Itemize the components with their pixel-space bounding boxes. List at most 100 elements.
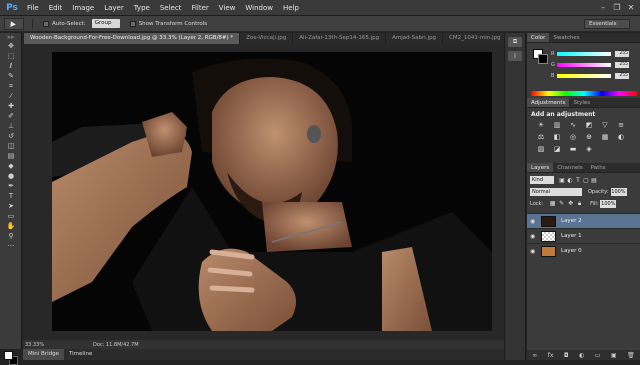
- tab-swatches[interactable]: Swatches: [549, 33, 583, 42]
- healing-brush-tool-icon[interactable]: ✚: [0, 101, 22, 111]
- marquee-tool-icon[interactable]: ⬚: [0, 51, 22, 61]
- move-tool-preset-icon[interactable]: [4, 17, 24, 30]
- menu-filter[interactable]: Filter: [191, 4, 208, 12]
- layer-row-layer-2[interactable]: ◉ Layer 2: [527, 213, 640, 228]
- quick-select-tool-icon[interactable]: ✎: [0, 71, 22, 81]
- tab-mini-bridge[interactable]: Mini Bridge: [23, 349, 64, 360]
- selective-color-icon[interactable]: ◈: [583, 145, 595, 154]
- add-mask-icon[interactable]: ◘: [564, 352, 569, 359]
- filter-smart-object-icon[interactable]: ▤: [590, 177, 598, 184]
- lock-transparency-icon[interactable]: ▦: [548, 200, 557, 208]
- layer-row-layer-1[interactable]: ◉ Layer 1: [527, 228, 640, 243]
- tab-color[interactable]: Color: [527, 33, 550, 42]
- color-spectrum-ramp[interactable]: [531, 91, 637, 96]
- blend-mode-dropdown[interactable]: Normal: [530, 188, 582, 196]
- properties-panel-icon[interactable]: i: [508, 51, 522, 61]
- shape-tool-icon[interactable]: ▭: [0, 211, 22, 221]
- menu-select[interactable]: Select: [160, 4, 182, 12]
- menu-edit[interactable]: Edit: [49, 4, 63, 12]
- minimize-button[interactable]: –: [596, 0, 610, 16]
- lock-pixels-icon[interactable]: ✎: [557, 200, 566, 208]
- green-slider[interactable]: [557, 62, 611, 67]
- red-value[interactable]: 255: [615, 50, 629, 57]
- color-balance-icon[interactable]: ⚖: [535, 133, 547, 142]
- filter-type-icon[interactable]: T: [574, 177, 582, 184]
- threshold-icon[interactable]: ◪: [551, 145, 563, 154]
- tab-layers[interactable]: Layers: [527, 163, 554, 172]
- more-tools-icon[interactable]: ···: [0, 241, 22, 251]
- menu-file[interactable]: File: [27, 4, 39, 12]
- exposure-icon[interactable]: ◩: [583, 121, 595, 130]
- auto-select-checkbox[interactable]: [43, 20, 49, 27]
- menu-view[interactable]: View: [219, 4, 236, 12]
- doc-tab-cm2[interactable]: CM2_1041-min.jpg: [443, 33, 508, 44]
- restore-button[interactable]: ❐: [610, 0, 624, 16]
- levels-icon[interactable]: ▥: [551, 121, 563, 130]
- layer-row-layer-0[interactable]: ◉ Layer 0: [527, 243, 640, 258]
- channel-mixer-icon[interactable]: ⊕: [583, 133, 595, 142]
- clone-stamp-tool-icon[interactable]: ⊥: [0, 121, 22, 131]
- show-transform-option[interactable]: Show Transform Controls: [129, 20, 207, 27]
- lock-position-icon[interactable]: ✥: [566, 200, 575, 208]
- eraser-tool-icon[interactable]: ◫: [0, 141, 22, 151]
- tab-adjustments[interactable]: Adjustments: [527, 98, 570, 107]
- eyedropper-tool-icon[interactable]: ⁄: [0, 91, 22, 101]
- show-transform-checkbox[interactable]: [129, 20, 136, 27]
- visibility-eye-icon[interactable]: ◉: [530, 248, 538, 255]
- filter-shape-icon[interactable]: ▢: [582, 177, 590, 184]
- tab-channels[interactable]: Channels: [553, 163, 586, 172]
- blur-tool-icon[interactable]: ◆: [0, 161, 22, 171]
- dodge-tool-icon[interactable]: ●: [0, 171, 22, 181]
- green-value[interactable]: 255: [615, 61, 629, 68]
- brightness-contrast-icon[interactable]: ☀: [535, 121, 547, 130]
- posterize-icon[interactable]: ▨: [535, 145, 547, 154]
- doc-tab-zoe-viccaji[interactable]: Zoe-Viccaji.jpg: [240, 33, 294, 44]
- black-white-icon[interactable]: ◧: [551, 133, 563, 142]
- doc-tab-amjad-sabri[interactable]: Amjad-Sabri.jpg: [386, 33, 444, 44]
- menu-help[interactable]: Help: [283, 4, 299, 12]
- gradient-map-icon[interactable]: ▬: [567, 145, 579, 154]
- menu-layer[interactable]: Layer: [104, 4, 124, 12]
- auto-select-option[interactable]: Auto-Select:: [43, 20, 86, 27]
- zoom-tool-icon[interactable]: ⚲: [0, 231, 22, 241]
- brush-tool-icon[interactable]: ✐: [0, 111, 22, 121]
- menu-image[interactable]: Image: [72, 4, 94, 12]
- layer-filter-kind-dropdown[interactable]: Kind: [530, 176, 554, 184]
- new-group-icon[interactable]: ▭: [595, 352, 601, 359]
- visibility-eye-icon[interactable]: ◉: [530, 218, 538, 225]
- delete-layer-icon[interactable]: 🗑︎: [627, 352, 635, 359]
- link-layers-icon[interactable]: ∞: [532, 352, 537, 359]
- move-tool-icon[interactable]: ✥: [0, 41, 22, 51]
- tab-styles[interactable]: Styles: [569, 98, 594, 107]
- document-canvas-area[interactable]: [23, 44, 504, 340]
- fill-field[interactable]: 100%: [600, 200, 617, 208]
- hand-tool-icon[interactable]: ✋: [0, 221, 22, 231]
- history-brush-tool-icon[interactable]: ↺: [0, 131, 22, 141]
- vibrance-icon[interactable]: ▽: [599, 121, 611, 130]
- photo-filter-icon[interactable]: ◎: [567, 133, 579, 142]
- lock-all-icon[interactable]: 🔒︎: [575, 200, 584, 208]
- new-adjustment-layer-icon[interactable]: ◐: [579, 352, 584, 359]
- invert-icon[interactable]: ◐: [615, 133, 627, 142]
- color-lookup-icon[interactable]: ▦: [599, 133, 611, 142]
- doc-size-info[interactable]: Doc: 11.8M/42.7M: [93, 342, 139, 348]
- lasso-tool-icon[interactable]: ℓ: [0, 61, 22, 71]
- pen-tool-icon[interactable]: ✒: [0, 181, 22, 191]
- red-slider[interactable]: [557, 51, 611, 56]
- menu-window[interactable]: Window: [245, 4, 273, 12]
- canvas-photo[interactable]: [52, 52, 492, 331]
- filter-adjustment-icon[interactable]: ◐: [566, 177, 574, 184]
- layer-style-icon[interactable]: fx: [548, 352, 554, 359]
- curves-icon[interactable]: ∿: [567, 121, 579, 130]
- blue-slider[interactable]: [557, 73, 611, 78]
- visibility-eye-icon[interactable]: ◉: [530, 233, 538, 240]
- opacity-field[interactable]: 100%: [610, 188, 627, 196]
- tab-timeline[interactable]: Timeline: [64, 349, 97, 360]
- color-panel-background-swatch[interactable]: [538, 54, 548, 64]
- path-selection-tool-icon[interactable]: ➤: [0, 201, 22, 211]
- tab-paths[interactable]: Paths: [587, 163, 610, 172]
- zoom-level[interactable]: 33.33%: [23, 342, 53, 348]
- new-layer-icon[interactable]: ▣: [611, 352, 617, 359]
- foreground-color-swatch[interactable]: [4, 351, 13, 360]
- history-panel-icon[interactable]: ⧉: [508, 37, 522, 47]
